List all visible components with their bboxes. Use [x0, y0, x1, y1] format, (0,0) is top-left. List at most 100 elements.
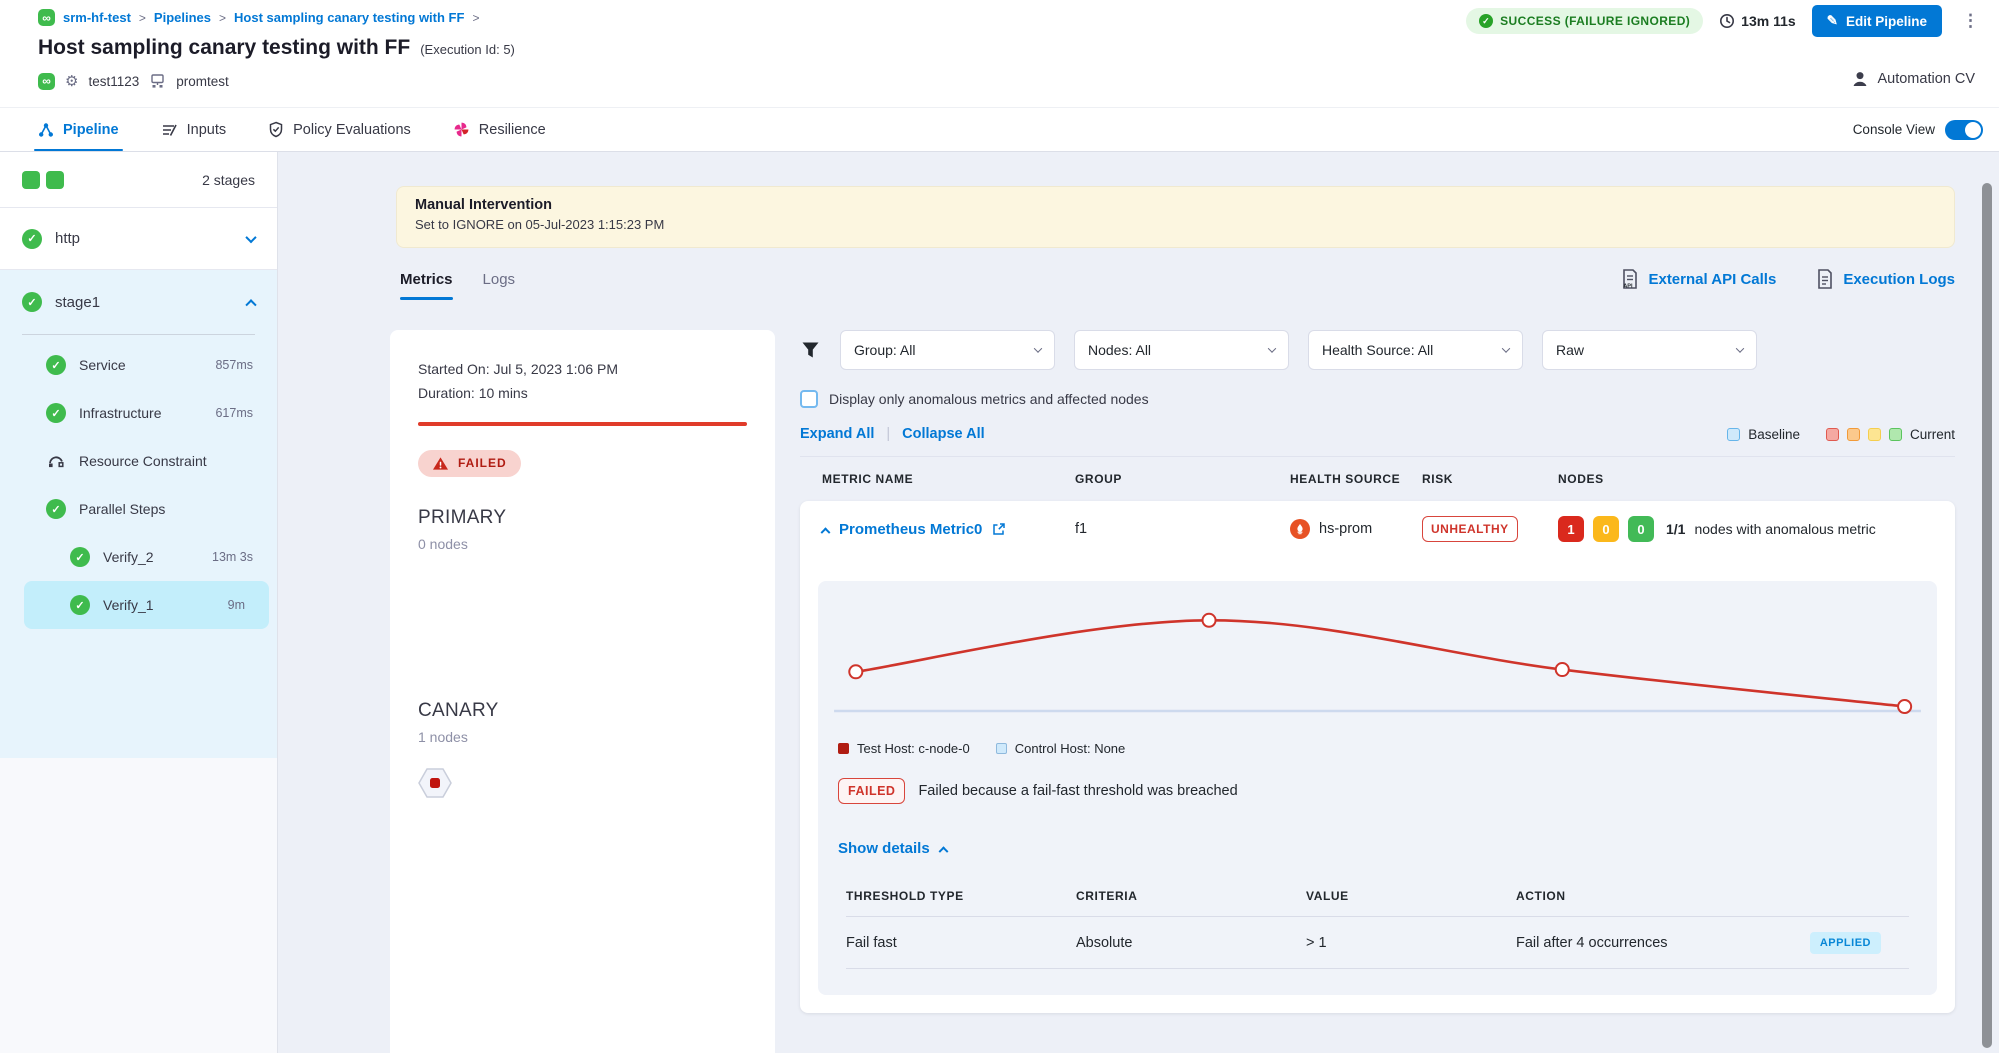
header-actions: ✓ SUCCESS (FAILURE IGNORED) 13m 11s ✎ Ed… [1466, 5, 1983, 37]
chart-color-legend: Baseline Current [1727, 427, 1955, 442]
stage-success-square [46, 171, 64, 189]
tab-inputs[interactable]: Inputs [161, 108, 227, 151]
anomalous-node-ratio: 1/1 [1666, 521, 1685, 537]
user-avatar-icon [1851, 70, 1869, 88]
external-api-calls-icon: API [1620, 268, 1639, 290]
risk-badge: UNHEALTHY [1422, 516, 1518, 542]
collapse-all-link[interactable]: Collapse All [902, 426, 984, 442]
clock-icon [1719, 13, 1735, 29]
canary-node-icon[interactable] [418, 767, 452, 799]
filter-icon[interactable] [800, 340, 821, 360]
harness-cd-icon: ∞ [38, 73, 55, 90]
sidebar-stage-stage1[interactable]: ✓ stage1 [0, 270, 277, 334]
expand-all-link[interactable]: Expand All [800, 426, 874, 442]
more-options-icon[interactable]: ⋮ [1958, 11, 1983, 31]
node-count-chip-green: 0 [1628, 516, 1654, 542]
nodes-filter-select[interactable]: Nodes: All [1074, 330, 1289, 370]
sidebar-step-verify-1[interactable]: ✓ Verify_1 9m [24, 581, 269, 629]
service-name[interactable]: test1123 [88, 74, 139, 89]
service-env-row: ∞ ⚙ test1123 promtest [38, 72, 229, 90]
environment-name[interactable]: promtest [176, 74, 229, 89]
breadcrumb-project[interactable]: srm-hf-test [63, 10, 131, 25]
breadcrumb-pipelines[interactable]: Pipelines [154, 10, 211, 25]
console-view-toggle[interactable] [1945, 120, 1983, 140]
page-title: Host sampling canary testing with FF [38, 36, 410, 60]
execution-summary-panel: Started On: Jul 5, 2023 1:06 PM Duration… [390, 330, 775, 1053]
control-host-legend-swatch [996, 743, 1007, 754]
step-details-content: Manual Intervention Set to IGNORE on 05-… [278, 152, 1999, 1053]
show-details-toggle[interactable]: Show details [818, 816, 1937, 861]
triggered-by: Automation CV [1851, 70, 1975, 88]
tab-metrics[interactable]: Metrics [400, 271, 453, 300]
failed-progress-bar [418, 422, 747, 426]
failure-reason-text: Failed because a fail-fast threshold was… [918, 783, 1237, 799]
anomalous-node-text: nodes with anomalous metric [1694, 521, 1875, 537]
manual-intervention-banner: Manual Intervention Set to IGNORE on 05-… [396, 186, 1955, 248]
tab-resilience[interactable]: Resilience [453, 108, 546, 151]
anomalous-filter-label: Display only anomalous metrics and affec… [829, 391, 1149, 407]
sidebar-step-verify-2[interactable]: ✓ Verify_2 13m 3s [0, 533, 277, 581]
tab-policy-evaluations[interactable]: Policy Evaluations [268, 108, 411, 151]
stage-success-icon: ✓ [22, 229, 42, 249]
external-api-calls-link[interactable]: API External API Calls [1620, 268, 1776, 290]
expand-collapse-row: Expand All | Collapse All Baseline [800, 426, 1955, 457]
sidebar-step-resource-constraint[interactable]: Resource Constraint [0, 437, 277, 485]
primary-node-count: 0 nodes [418, 536, 747, 552]
breadcrumb-separator: > [472, 11, 479, 25]
breadcrumb-pipeline-name[interactable]: Host sampling canary testing with FF [234, 10, 464, 25]
chevron-up-icon[interactable] [247, 293, 255, 311]
execution-logs-link[interactable]: Execution Logs [1816, 268, 1955, 290]
threshold-type: Fail fast [846, 935, 1076, 951]
page-scrollbar[interactable] [1982, 183, 1992, 1048]
step-success-icon: ✓ [70, 547, 90, 567]
sidebar-step-service[interactable]: ✓ Service 857ms [0, 341, 277, 389]
metric-name-link[interactable]: Prometheus Metric0 [839, 521, 982, 538]
metric-row[interactable]: Prometheus Metric0 f1 hs-prom UNHEALTHY [800, 501, 1955, 557]
current-legend-swatch-red [1826, 428, 1839, 441]
main-tabbar: Pipeline Inputs Policy Evaluations Resil… [0, 107, 1999, 152]
metric-group: f1 [1075, 521, 1290, 537]
step-success-icon: ✓ [46, 403, 66, 423]
sidebar-step-parallel-steps[interactable]: ✓ Parallel Steps [0, 485, 277, 533]
warning-triangle-icon [432, 456, 449, 471]
detail-tabs-row: Metrics Logs API External API Calls Exec… [400, 256, 1955, 300]
resilience-icon [453, 121, 470, 138]
filters-row: Group: All Nodes: All Health Source: All… [800, 330, 1955, 370]
sidebar-stage-http[interactable]: ✓ http [0, 208, 277, 270]
chevron-down-icon [1736, 344, 1744, 352]
threshold-value: > 1 [1306, 935, 1516, 951]
pencil-icon: ✎ [1827, 13, 1838, 29]
health-source-filter-select[interactable]: Health Source: All [1308, 330, 1523, 370]
sidebar-stage-stage1-section: ✓ stage1 ✓ Service 857ms ✓ Infrastructur… [0, 270, 277, 758]
metric-row-card: Prometheus Metric0 f1 hs-prom UNHEALTHY [800, 501, 1955, 1013]
threshold-row: Fail fast Absolute > 1 Fail after 4 occu… [846, 917, 1909, 969]
tab-pipeline[interactable]: Pipeline [38, 108, 119, 151]
tab-logs[interactable]: Logs [483, 271, 516, 300]
anomalous-filter-checkbox[interactable] [800, 390, 818, 408]
sidebar-step-infrastructure[interactable]: ✓ Infrastructure 617ms [0, 389, 277, 437]
metric-chart[interactable] [818, 581, 1937, 739]
baseline-legend-swatch [1727, 428, 1740, 441]
node-count-chip-red: 1 [1558, 516, 1584, 542]
chevron-down-icon[interactable] [247, 230, 255, 248]
control-host-legend-label: Control Host: None [1015, 741, 1126, 756]
collapse-row-chevron-icon[interactable] [821, 527, 831, 537]
resource-constraint-icon [46, 452, 66, 470]
breadcrumb-separator: > [219, 11, 226, 25]
step-success-icon: ✓ [46, 355, 66, 375]
stage-success-square [22, 171, 40, 189]
test-host-legend-swatch [838, 743, 849, 754]
group-filter-select[interactable]: Group: All [840, 330, 1055, 370]
console-view-control: Console View [1853, 108, 1983, 151]
execution-logs-icon [1816, 268, 1834, 290]
view-mode-select[interactable]: Raw [1542, 330, 1757, 370]
external-link-icon[interactable] [992, 522, 1006, 536]
edit-pipeline-button[interactable]: ✎ Edit Pipeline [1812, 5, 1942, 37]
chevron-down-icon [1034, 344, 1042, 352]
console-view-label: Console View [1853, 122, 1935, 137]
metric-detail-panel: Test Host: c-node-0 Control Host: None F… [818, 581, 1937, 995]
health-source-name: hs-prom [1319, 521, 1372, 537]
metric-chart-legend: Test Host: c-node-0 Control Host: None [818, 739, 1937, 766]
step-list: ✓ Service 857ms ✓ Infrastructure 617ms R… [0, 335, 277, 629]
shield-check-icon [268, 121, 284, 138]
